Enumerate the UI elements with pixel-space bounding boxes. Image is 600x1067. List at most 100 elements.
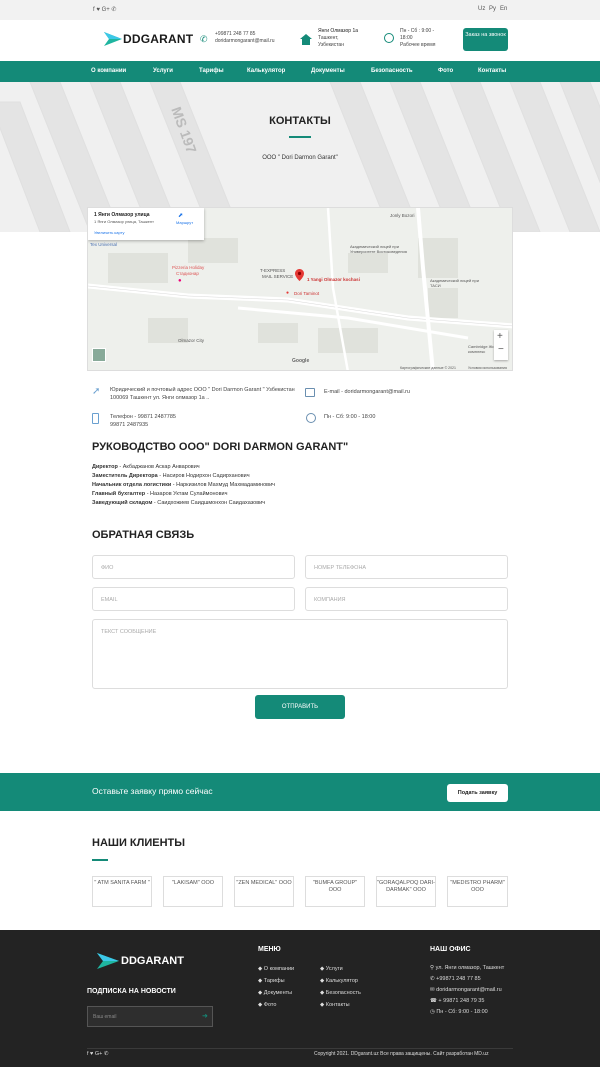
footer-link-contacts[interactable]: ◆ Контакты: [320, 999, 361, 1011]
leader-row: Директор - Акбаджанов Аскар Анварович: [92, 464, 200, 470]
clock-icon: [384, 33, 394, 43]
subscribe-arrow-icon[interactable]: ➜: [202, 1012, 208, 1020]
footer-link-services[interactable]: ◆ Услуги: [320, 963, 361, 975]
map-label-pin: 1 Yangi Olmazor kochasi: [307, 277, 360, 282]
map-label-mail: MAIL SERVICE: [262, 274, 294, 279]
logo-icon[interactable]: [104, 30, 122, 48]
subscribe-input[interactable]: Ваш email ➜: [87, 1006, 213, 1027]
time-icon: [306, 413, 316, 423]
client-card[interactable]: "MEDISTRO PHARM" ООО: [447, 876, 508, 907]
footer-link-tariffs[interactable]: ◆ Тарифы: [258, 975, 294, 987]
lang-ru[interactable]: Ру: [489, 6, 496, 12]
call-request-button[interactable]: Заказ на звонок: [463, 28, 508, 51]
client-card[interactable]: "ZEN MEDICAL" ООО: [234, 876, 294, 907]
client-card[interactable]: " ATM SANITA FARM ": [92, 876, 152, 907]
lang-uz[interactable]: Uz: [478, 6, 485, 12]
office-info: ⚲ ул. Янги олмазор, Ташкент ✆ +99871 248…: [430, 963, 504, 1018]
footer-logo-icon[interactable]: [97, 950, 119, 972]
nav-tariffs[interactable]: Тарифы: [199, 68, 224, 74]
map-satellite-toggle[interactable]: [92, 348, 106, 362]
office-address: ⚲ ул. Янги олмазор, Ташкент: [430, 965, 505, 971]
footer-divider: [87, 1048, 513, 1049]
name-field[interactable]: ФИО: [92, 555, 295, 579]
nav-about[interactable]: О компании: [91, 68, 126, 74]
footer-menu-col1: ◆ О компании ◆ Тарифы ◆ Документы ◆ Фото: [258, 963, 294, 1011]
nav-photo[interactable]: Фото: [438, 68, 453, 74]
phone-icon: ✆: [200, 34, 208, 44]
footer-logo-text[interactable]: DDGARANT: [121, 955, 184, 967]
nav-contacts[interactable]: Контакты: [478, 68, 506, 74]
map-copyright: Картографические данные © 2021: [400, 366, 456, 370]
pharmacy-pin-icon: ●: [286, 290, 290, 296]
footer-menu-col2: ◆ Услуги ◆ Калькулятор ◆ Безопасность ◆ …: [320, 963, 361, 1011]
client-card[interactable]: "GORAQALPOQ DARI-DARMAK" ООО: [376, 876, 436, 907]
page-title: КОНТАКТЫ: [269, 115, 331, 127]
email-field[interactable]: EMAIL: [92, 587, 295, 611]
header-email[interactable]: doridarmongarant@mail.ru: [215, 38, 275, 45]
office-phone: ✆ +99871 248 77 85: [430, 976, 481, 982]
client-card[interactable]: "BUMFA GROUP" ООО: [305, 876, 365, 907]
office-email[interactable]: ✉ doridarmongarant@mail.ru: [430, 985, 504, 996]
page-subtitle: ООО " Dori Darmon Garant": [262, 155, 338, 161]
map-label-academic1: Академический лицей при Университете Вос…: [350, 244, 407, 254]
footer-social-icons[interactable]: f ♥ G+ ✆: [87, 1051, 108, 1058]
send-button[interactable]: ОТПРАВИТЬ: [255, 695, 345, 719]
map-zoom-controls: + −: [494, 330, 508, 360]
map-route-link[interactable]: Маршрут: [176, 220, 193, 225]
header: DDGARANT ✆ +99871 248 77 85 doridarmonga…: [0, 20, 600, 61]
footer-link-photo[interactable]: ◆ Фото: [258, 999, 294, 1011]
title-underline: [289, 136, 311, 138]
main-nav: О компании Услуги Тарифы Калькулятор Док…: [0, 61, 600, 82]
feedback-title: ОБРАТНАЯ СВЯЗЬ: [92, 529, 195, 541]
map-card-title: 1 Янги Олмазор улица: [94, 212, 150, 218]
social-icons[interactable]: f ♥ G+ ✆: [93, 6, 116, 13]
nav-security[interactable]: Безопасность: [371, 68, 413, 74]
message-field[interactable]: ТЕКСТ СООБЩЕНИЕ: [92, 619, 508, 689]
cta-banner: Оставьте заявку прямо сейчас Подать заяв…: [0, 773, 600, 811]
contact-hours: Пн - Сб: 9:00 - 18:00: [324, 414, 376, 420]
header-address: Янги Олмазор 1а Ташкент, Узбекистан: [318, 28, 359, 48]
copyright: Copyright 2021. DDgarant.uz Все права за…: [314, 1051, 489, 1057]
location-pin-icon[interactable]: [295, 269, 304, 281]
map-enlarge-link[interactable]: Увеличить карту: [94, 230, 124, 235]
contact-email[interactable]: E-mail - doridarmongarant@mail.ru: [324, 388, 410, 396]
nav-services[interactable]: Услуги: [153, 68, 173, 74]
cta-button[interactable]: Подать заявку: [447, 784, 508, 802]
home-icon: [300, 34, 312, 47]
route-icon[interactable]: ⬈: [178, 212, 183, 219]
nav-calculator[interactable]: Калькулятор: [247, 68, 285, 74]
office-phone2: ☎ + 99871 248 79 35: [430, 998, 485, 1004]
map-label-texpress: T-EXPRESS: [260, 268, 286, 273]
leadership-title: РУКОВОДСТВО ООО" DORI DARMON GARANT": [92, 441, 349, 453]
leader-row: Заместитель Директора - Насиров Нодирхон…: [92, 473, 250, 479]
map-label-academic2: Академический лицей при ТАСИ: [430, 278, 479, 288]
map-label-tex: Tex Universal: [90, 242, 118, 247]
map-terms-link[interactable]: Условия использования: [468, 366, 507, 370]
map-card-address: 1 Янги Олмазор улица, Ташкент: [94, 219, 154, 224]
zoom-out-icon[interactable]: −: [498, 344, 504, 355]
client-card[interactable]: "LAKISAM" ООО: [163, 876, 223, 907]
phone-device-icon: [92, 413, 99, 424]
lang-en[interactable]: En: [500, 6, 507, 12]
map-label-olmazor-city: Olmazor City: [178, 338, 205, 343]
zoom-in-icon[interactable]: +: [497, 331, 503, 342]
office-hours: ◷ Пн - Сб: 9:00 - 18:00: [430, 1009, 488, 1015]
header-phone[interactable]: +99871 248 77 85: [215, 31, 275, 38]
logo-text[interactable]: DDGARANT: [123, 32, 193, 46]
footer: DDGARANT ПОДПИСКА НА НОВОСТИ Ваш email ➜…: [0, 930, 600, 1067]
map-label-pizzeria: Pizzeria Holiday: [172, 265, 205, 270]
footer-link-calculator[interactable]: ◆ Калькулятор: [320, 975, 361, 987]
footer-link-about[interactable]: ◆ О компании: [258, 963, 294, 975]
mail-icon: [305, 388, 315, 397]
map-label-dori: Dori Taminot: [294, 291, 320, 296]
menu-title: МЕНЮ: [258, 946, 281, 953]
office-title: НАШ ОФИС: [430, 946, 471, 953]
footer-link-documents[interactable]: ◆ Документы: [258, 987, 294, 999]
phone-field[interactable]: НОМЕР ТЕЛЕФОНА: [305, 555, 508, 579]
footer-link-security[interactable]: ◆ Безопасность: [320, 987, 361, 999]
top-bar: f ♥ G+ ✆ Uz Ру En: [0, 0, 600, 20]
google-map[interactable]: 1 Янги Олмазор улица 1 Янги Олмазор улиц…: [87, 207, 513, 371]
nav-documents[interactable]: Документы: [311, 68, 345, 74]
company-field[interactable]: КОМПАНИЯ: [305, 587, 508, 611]
map-info-card: 1 Янги Олмазор улица 1 Янги Олмазор улиц…: [88, 208, 204, 240]
